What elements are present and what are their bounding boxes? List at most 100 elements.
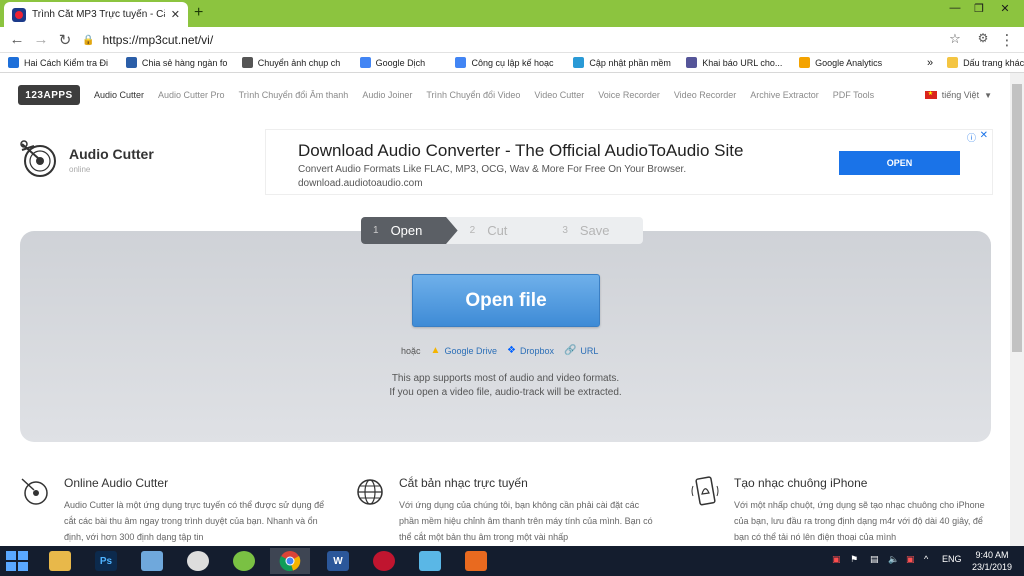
nav-audio-cutter[interactable]: Audio Cutter <box>94 90 144 100</box>
word-icon: W <box>327 551 349 571</box>
step-save: 3 Save <box>562 223 610 238</box>
windows-start-icon[interactable] <box>6 551 28 571</box>
bookmark-item[interactable]: Cập nhật phần mềm <box>573 57 678 68</box>
tray-app-icon[interactable]: ▣ <box>906 554 915 565</box>
nav-archive-extractor[interactable]: Archive Extractor <box>750 90 819 100</box>
language-selector[interactable]: tiếng Việt ▼ <box>924 90 992 100</box>
menu-dots-icon[interactable]: ⋮ <box>998 31 1016 49</box>
bookmark-icon <box>799 57 811 68</box>
or-label: hoặc <box>401 345 421 356</box>
forward-arrow-icon[interactable]: → <box>32 31 50 48</box>
tab-title: Trình Cắt MP3 Trực tuyến - Cắt B <box>32 9 165 20</box>
bookmark-item[interactable]: Khai báo URL cho... <box>686 57 791 68</box>
bookmark-icon <box>241 57 253 68</box>
video-extraction-text: If you open a video file, audio-track wi… <box>389 387 622 398</box>
system-clock[interactable]: 9:40 AM 23/1/2019 <box>972 549 1012 573</box>
taskbar-photoshop[interactable]: Ps <box>86 548 126 574</box>
app-icon <box>187 551 209 571</box>
bookmark-star-icon[interactable]: ☆ <box>946 31 964 47</box>
tray-volume-icon[interactable]: 🔈 <box>888 554 899 565</box>
bookmark-item[interactable]: Google Analytics <box>799 57 909 68</box>
tray-network-icon[interactable]: ▤ <box>870 554 879 565</box>
ad-open-button[interactable]: OPEN <box>839 151 960 175</box>
taskbar-app-5[interactable] <box>224 548 264 574</box>
bookmarks-bar: Hai Cách Kiểm tra Đi Chia sẻ hàng ngàn f… <box>0 53 1024 73</box>
reload-icon[interactable]: ↻ <box>56 31 74 49</box>
ad-url[interactable]: download.audiotoaudio.com <box>298 178 423 189</box>
browser-title-bar: Trình Cắt MP3 Trực tuyến - Cắt B ✕ + — ❐… <box>0 0 1024 27</box>
photoshop-icon: Ps <box>95 551 117 571</box>
bookmarks-more-button[interactable]: » <box>927 57 933 69</box>
bookmark-item[interactable]: Chia sẻ hàng ngàn fo <box>125 57 234 68</box>
open-file-button[interactable]: Open file <box>412 274 600 327</box>
bookmark-item[interactable]: Công cụ lập kế hoạc <box>455 57 565 68</box>
folder-icon <box>49 551 71 571</box>
nav-voice-recorder[interactable]: Voice Recorder <box>598 90 660 100</box>
dropbox-icon: ❖ <box>506 345 516 356</box>
chrome-icon <box>279 551 301 572</box>
taskbar-app-8[interactable] <box>364 548 404 574</box>
taskbar-app-9[interactable] <box>410 548 450 574</box>
nav-video-recorder[interactable]: Video Recorder <box>674 90 736 100</box>
ad-close-icon[interactable]: ✕ <box>980 130 988 141</box>
back-arrow-icon[interactable]: ← <box>8 31 26 48</box>
address-bar[interactable]: 🔒 https://mp3cut.net/vi/ <box>82 29 962 51</box>
supported-formats-text: This app supports most of audio and vide… <box>391 373 620 384</box>
ad-banner[interactable]: Download Audio Converter - The Official … <box>265 129 993 195</box>
nav-audio-converter[interactable]: Trình Chuyển đổi Âm thanh <box>239 90 349 100</box>
brand-subtitle: online <box>69 165 91 174</box>
chevron-down-icon: ▼ <box>984 90 992 100</box>
feature-title: Cắt bản nhạc trực tuyến <box>399 476 528 490</box>
apps-navigation: 123APPS Audio Cutter Audio Cutter Pro Tr… <box>0 82 1010 108</box>
other-bookmarks[interactable]: Dấu trang khác <box>947 57 1024 68</box>
bookmark-item[interactable]: Chuyển ảnh chụp ch <box>241 57 352 68</box>
phone-bell-icon <box>691 476 719 506</box>
google-drive-button[interactable]: ▲ Google Drive <box>431 345 497 356</box>
brand-title[interactable]: Audio Cutter <box>69 146 154 162</box>
new-tab-button[interactable]: + <box>194 4 203 22</box>
step-indicator: 1 Open 2 Cut 3 Save <box>361 217 643 244</box>
ad-title[interactable]: Download Audio Converter - The Official … <box>298 141 743 161</box>
bookmark-item[interactable]: Hai Cách Kiểm tra Đi <box>8 57 118 68</box>
taskbar-chrome[interactable] <box>270 548 310 574</box>
taskbar-word[interactable]: W <box>318 548 358 574</box>
bookmark-item[interactable]: Google Dịch <box>359 57 448 68</box>
123apps-logo[interactable]: 123APPS <box>18 85 80 105</box>
input-language[interactable]: ENG <box>942 554 962 564</box>
taskbar-app-10[interactable] <box>456 548 496 574</box>
extension-icon[interactable]: ⚙ <box>974 31 992 45</box>
tray-acrobat-icon[interactable]: ▣ <box>832 554 841 565</box>
vietnam-flag-icon <box>924 90 937 99</box>
browser-tab[interactable]: Trình Cắt MP3 Trực tuyến - Cắt B ✕ <box>4 2 188 27</box>
step-cut: 2 Cut <box>469 223 508 238</box>
globe-icon <box>357 479 383 505</box>
dropbox-button[interactable]: ❖ Dropbox <box>507 345 554 356</box>
paint-icon <box>141 551 163 571</box>
feature-title: Tạo nhạc chuông iPhone <box>734 476 868 490</box>
app-icon <box>373 551 395 571</box>
bookmark-icon <box>8 57 19 68</box>
url-button[interactable]: 🔗 URL <box>564 345 598 356</box>
ad-info-icon[interactable]: ⓘ <box>967 131 976 144</box>
tab-close-icon[interactable]: ✕ <box>171 8 180 21</box>
nav-video-cutter[interactable]: Video Cutter <box>534 90 584 100</box>
close-window-button[interactable]: ✕ <box>994 2 1016 15</box>
minimize-button[interactable]: — <box>944 2 966 14</box>
nav-video-converter[interactable]: Trình Chuyển đổi Video <box>426 90 520 100</box>
nav-audio-cutter-pro[interactable]: Audio Cutter Pro <box>158 90 225 100</box>
scrollbar-thumb[interactable] <box>1012 84 1022 352</box>
taskbar-file-explorer[interactable] <box>40 548 80 574</box>
nav-pdf-tools[interactable]: PDF Tools <box>833 90 874 100</box>
nav-audio-joiner[interactable]: Audio Joiner <box>362 90 412 100</box>
tray-arrow-icon[interactable]: ^ <box>924 554 928 564</box>
tray-flag-icon[interactable]: ⚑ <box>850 554 858 565</box>
bookmark-icon <box>359 57 371 68</box>
maximize-button[interactable]: ❐ <box>968 2 990 15</box>
taskbar-app-4[interactable] <box>178 548 218 574</box>
taskbar-paint[interactable] <box>132 548 172 574</box>
app-icon <box>465 551 487 571</box>
alternative-sources: hoặc ▲ Google Drive ❖ Dropbox 🔗 URL <box>401 345 598 356</box>
feature-description: Với ứng dụng của chúng tôi, bạn không cầ… <box>399 500 653 542</box>
ad-description: Convert Audio Formats Like FLAC, MP3, OC… <box>298 164 687 175</box>
folder-icon <box>947 57 959 68</box>
